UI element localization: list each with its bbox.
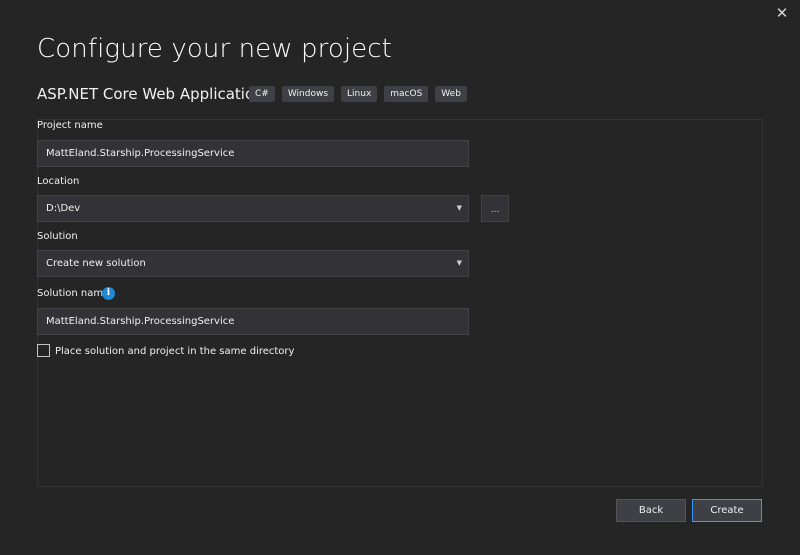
solution-name-label: Solution name — [37, 288, 110, 299]
same-directory-checkbox[interactable] — [37, 344, 50, 357]
template-name: ASP.NET Core Web Application — [37, 85, 264, 103]
chevron-down-icon: ▼ — [456, 204, 462, 212]
info-icon[interactable]: i — [102, 287, 115, 300]
solution-name-input[interactable]: MattEland.Starship.ProcessingService — [37, 308, 469, 335]
location-dropdown[interactable]: D:\Dev ▼ — [37, 195, 469, 222]
back-button[interactable]: Back — [616, 499, 686, 522]
location-value: D:\Dev — [46, 203, 81, 214]
template-tags: C# Windows Linux macOS Web — [249, 86, 467, 102]
form-panel — [37, 119, 763, 487]
project-name-input[interactable]: MattEland.Starship.ProcessingService — [37, 140, 469, 167]
tag-platform-linux: Linux — [341, 86, 378, 102]
location-label: Location — [37, 176, 80, 187]
same-directory-label[interactable]: Place solution and project in the same d… — [55, 346, 294, 357]
solution-value: Create new solution — [46, 258, 146, 269]
configure-project-dialog: ✕ Configure your new project ASP.NET Cor… — [0, 0, 800, 555]
tag-language: C# — [249, 86, 275, 102]
page-title: Configure your new project — [37, 34, 392, 64]
project-name-label: Project name — [37, 120, 103, 131]
chevron-down-icon: ▼ — [456, 259, 462, 267]
browse-button[interactable]: ... — [481, 195, 509, 222]
tag-platform-windows: Windows — [281, 86, 335, 102]
tag-project-type: Web — [435, 86, 467, 102]
tag-platform-macos: macOS — [384, 86, 429, 102]
solution-label: Solution — [37, 231, 78, 242]
solution-dropdown[interactable]: Create new solution ▼ — [37, 250, 469, 277]
close-icon[interactable]: ✕ — [771, 4, 793, 22]
create-button[interactable]: Create — [692, 499, 762, 522]
browse-icon: ... — [490, 205, 500, 215]
